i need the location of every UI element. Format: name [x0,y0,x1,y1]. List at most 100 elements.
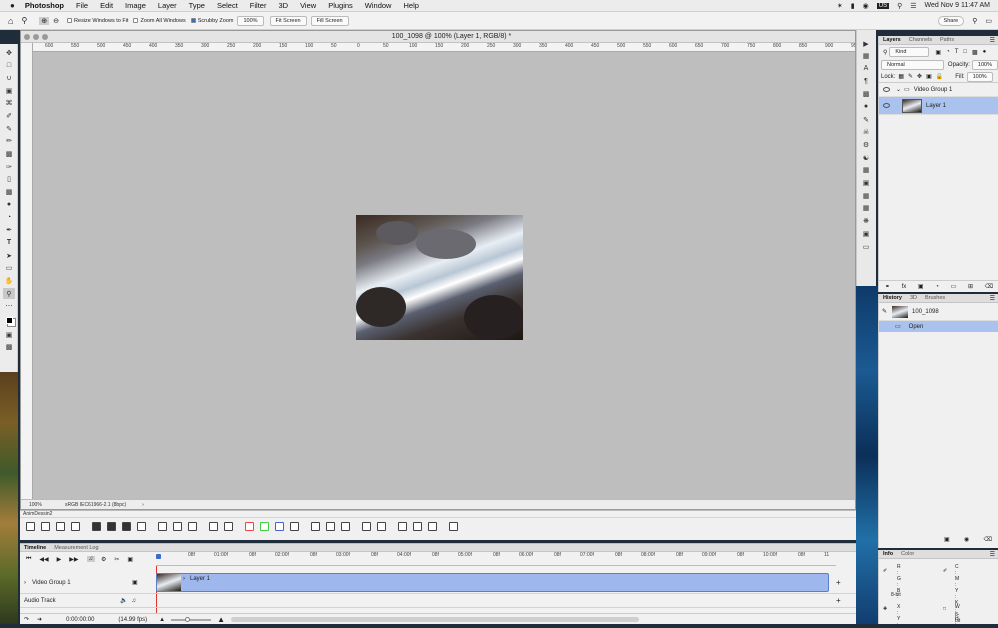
adjustment-layer-icon[interactable]: ◔ [935,284,939,290]
speaker-icon[interactable]: 🔈 [120,597,127,604]
hand-tool-icon[interactable]: ✋ [3,275,15,286]
anim-notes-icon[interactable] [398,522,407,531]
anim-export-icon[interactable] [449,522,458,531]
scrubby-zoom-checkbox[interactable] [190,18,196,23]
screen-mode-icon[interactable]: ▩ [3,342,15,353]
prev-frame-icon[interactable]: ◀◀ [39,556,48,563]
history-brush-source-icon[interactable]: ✎ [882,308,887,315]
actions-icon[interactable]: ⚙ [860,140,872,151]
add-audio-icon[interactable]: + [836,596,841,605]
anim-no-color-icon[interactable] [290,522,299,531]
trash-icon[interactable]: ⌫ [984,536,992,543]
convert-icon[interactable]: ➜ [37,616,42,623]
menu-file[interactable]: File [76,1,88,10]
tab-color[interactable]: Color [897,550,918,558]
layer-row-layer-1[interactable]: Layer 1 [879,97,998,115]
timeline-scrollbar[interactable] [230,617,639,622]
play-action-icon[interactable]: ▶ [860,38,872,49]
lasso-tool-icon[interactable]: ∪ [3,72,15,83]
horizontal-ruler[interactable]: 600 550 500 450 400 350 300 250 200 150 100 50 0 50 10… [33,43,855,52]
anim-stack-icon[interactable] [428,522,437,531]
pen-tool-icon[interactable]: ✒ [3,225,15,236]
anim-gradient-icon[interactable] [188,522,197,531]
split-icon[interactable]: ✂ [114,556,119,563]
zoom-tool-icon[interactable]: ⚲ [3,288,15,300]
search-icon[interactable]: ⚲ [972,17,977,25]
paragraph-icon[interactable]: ¶ [860,76,872,87]
add-media-icon[interactable]: + [836,578,841,587]
panel-menu-icon[interactable]: ☰ [990,551,995,558]
properties-icon[interactable]: ▦ [860,51,872,62]
anim-split-left-icon[interactable] [362,522,371,531]
lock-artboard-icon[interactable]: ▣ [926,73,932,80]
settings-icon[interactable]: ⚙ [101,556,106,563]
menu-filter[interactable]: Filter [250,1,267,10]
new-layer-icon[interactable]: ⊞ [968,283,973,290]
navigator-icon[interactable]: ❋ [860,216,872,227]
visibility-eye-icon[interactable] [883,103,890,108]
visibility-eye-icon[interactable] [883,87,890,92]
anim-select-icon[interactable] [173,522,182,531]
film-icon[interactable]: ▣ [132,579,138,586]
menu-layer[interactable]: Layer [158,1,177,10]
more-tools-icon[interactable]: ⋯ [3,301,15,312]
marquee-tool-icon[interactable]: □ [3,60,15,71]
trash-icon[interactable]: ⌫ [985,283,993,290]
swatches-icon[interactable]: ▦ [860,203,872,214]
eyedropper-tool-icon[interactable]: ✐ [3,110,15,121]
menu-3d[interactable]: 3D [278,1,288,10]
timeline-ruler[interactable]: 08f 01:00f 08f 02:00f 08f 03:00f 08f 04:… [156,552,836,566]
anim-split-right-icon[interactable] [377,522,386,531]
share-button[interactable]: Share [937,15,965,26]
lock-pixels-icon[interactable]: ✎ [908,73,913,80]
anim-prev-icon[interactable] [92,522,101,531]
next-frame-icon[interactable]: ▶▶ [69,556,78,563]
opacity-field[interactable]: 100% [971,60,998,70]
anim-onion-icon[interactable] [122,522,131,531]
notes-icon[interactable]: ▭ [860,241,872,252]
filter-shape-icon[interactable]: □ [963,49,967,55]
tab-measurement-log[interactable]: Measurement Log [50,544,102,552]
glyphs-icon[interactable]: ▩ [860,89,872,100]
wifi-icon[interactable]: ◉ [863,2,869,10]
libraries-icon[interactable]: ▦ [860,190,872,201]
filter-type-icon[interactable]: T [955,49,959,55]
menu-help[interactable]: Help [403,1,418,10]
crop-tool-icon[interactable]: ⌘ [3,98,15,109]
histogram-icon[interactable]: ▣ [860,228,872,239]
anim-grid-icon[interactable] [56,522,65,531]
tab-info[interactable]: Info [879,550,897,558]
history-snapshot[interactable]: ✎ 100_1098 [879,303,998,321]
zoom-in-mountain-icon[interactable]: ▲ [217,615,225,624]
transition-icon[interactable]: ▣ [127,556,133,563]
anim-copy-icon[interactable] [158,522,167,531]
status-arrow-icon[interactable]: › [142,502,144,508]
filter-toggle-icon[interactable]: ● [983,49,987,55]
tab-brushes[interactable]: Brushes [921,294,949,302]
shape-tool-icon[interactable]: ▭ [3,263,15,274]
chevron-down-icon[interactable]: ⌄ [896,86,901,93]
anim-merge-icon[interactable] [341,522,350,531]
menu-edit[interactable]: Edit [100,1,113,10]
link-icon[interactable]: ⚭ [885,283,890,290]
playhead[interactable] [156,554,161,559]
stamp-tool-icon[interactable]: ▩ [3,149,15,160]
mask-icon[interactable]: ▣ [918,283,924,290]
render-icon[interactable]: ↷ [24,616,29,623]
filter-smart-icon[interactable]: ▩ [972,49,978,56]
gradient-tool-icon[interactable]: ▩ [3,187,15,198]
panel-menu-icon[interactable]: ☰ [990,37,995,44]
menu-type[interactable]: Type [189,1,205,10]
anim-green-frame-icon[interactable] [260,522,269,531]
lock-position-icon[interactable]: ✥ [917,73,922,80]
close-window-button[interactable] [24,33,30,40]
chevron-right-icon[interactable]: › [24,580,26,586]
new-document-from-state-icon[interactable]: ▣ [944,536,950,543]
tab-3d[interactable]: 3D [906,294,921,302]
zoom-all-checkbox[interactable] [133,18,139,23]
styles-icon[interactable]: ▦ [860,165,872,176]
new-group-icon[interactable]: ▭ [951,283,957,290]
status-zoom[interactable]: 100% [29,502,65,508]
input-source-badge[interactable]: US [876,2,890,9]
history-state-open[interactable]: ▭ Open [879,321,998,332]
